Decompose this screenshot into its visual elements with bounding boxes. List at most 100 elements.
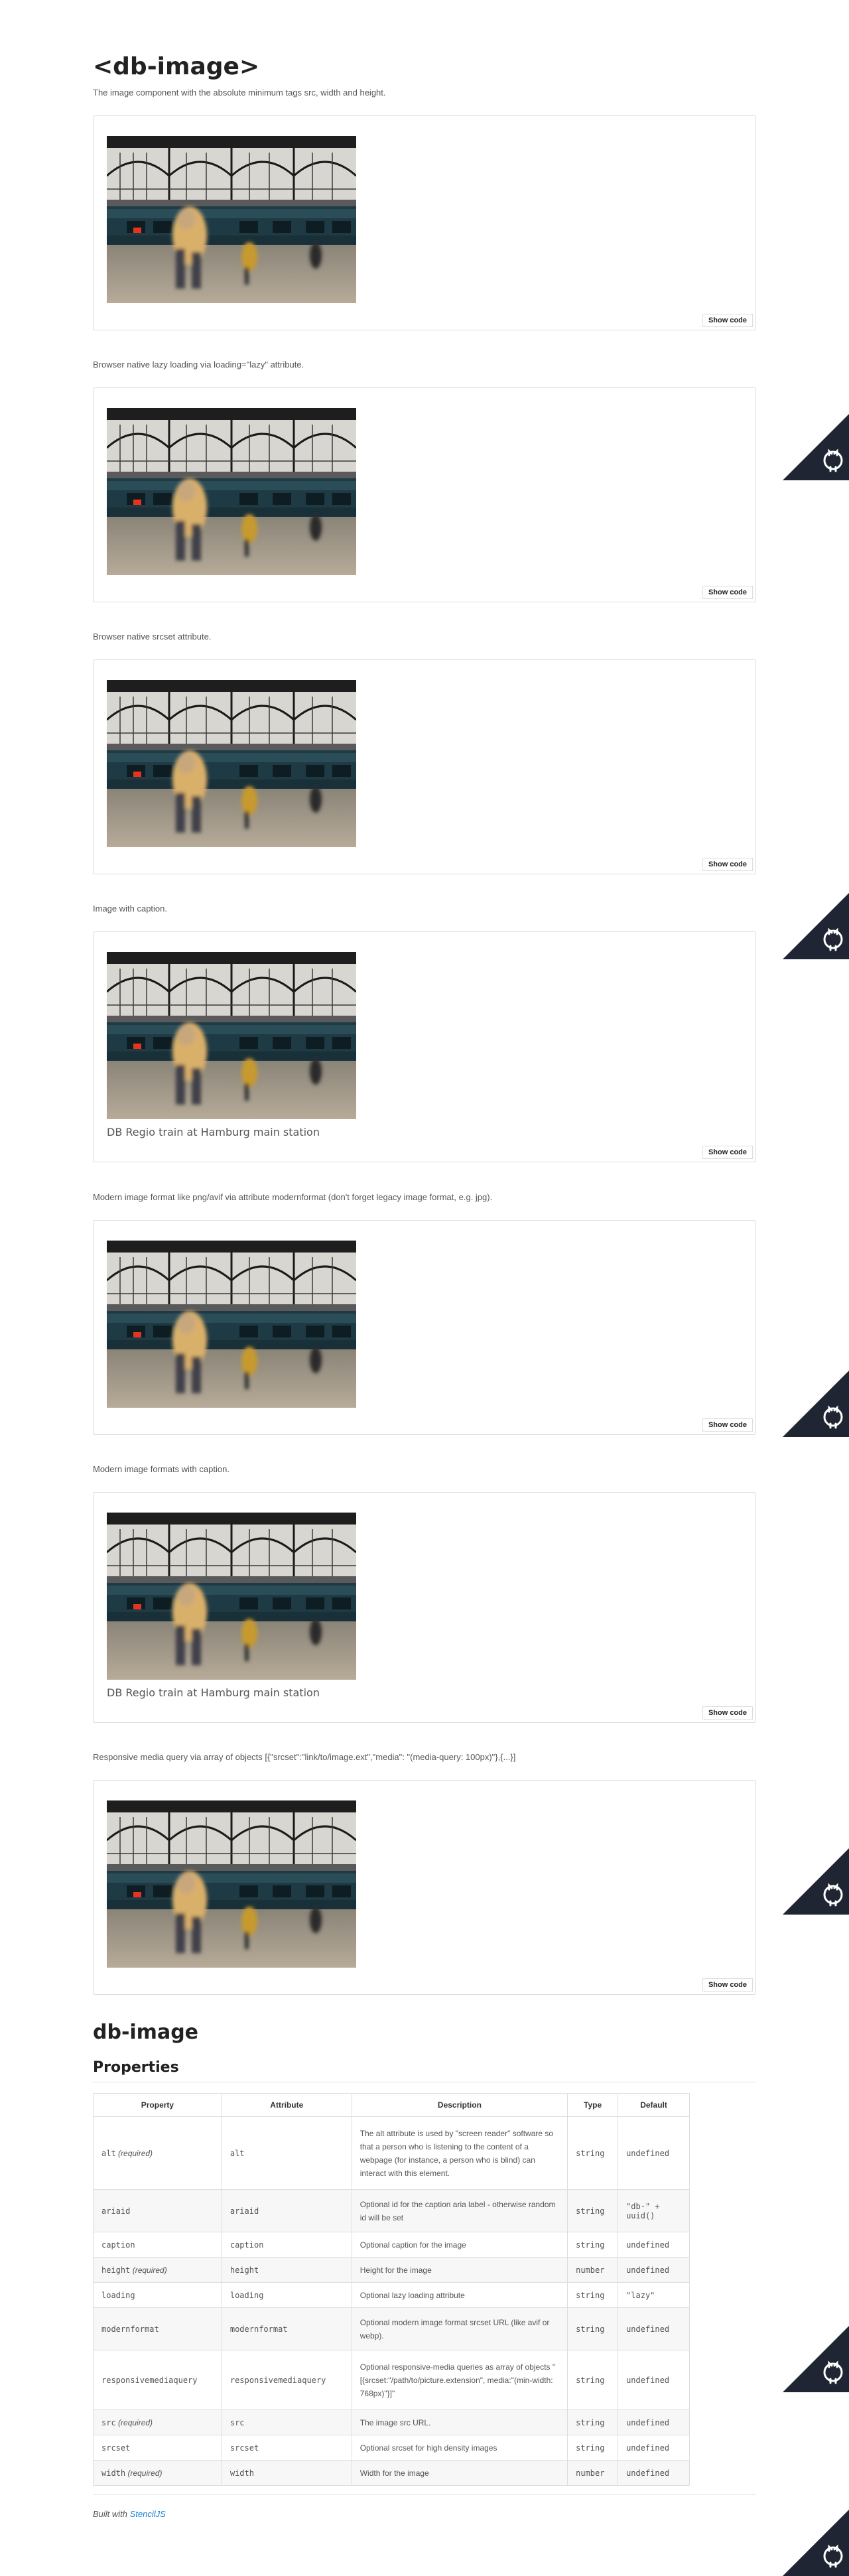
property-name: caption: [101, 2240, 135, 2250]
default-cell: undefined: [618, 2257, 690, 2283]
description-cell: Optional srcset for high density images: [351, 2435, 568, 2461]
property-cell: alt (required): [93, 2116, 222, 2190]
footer-text: Built with StencilJS: [93, 2509, 166, 2519]
demo-description: Image with caption.: [93, 904, 168, 914]
description-cell: Width for the image: [351, 2460, 568, 2486]
train-station-photo: [107, 680, 356, 847]
demo-description: Modern image format like png/avif via at…: [93, 1192, 493, 1202]
github-corner-icon[interactable]: [783, 1848, 849, 1915]
train-station-photo: [107, 1800, 356, 1968]
github-corner-icon[interactable]: [783, 1371, 849, 1437]
attribute-cell: width: [221, 2460, 352, 2486]
property-name: loading: [101, 2290, 135, 2300]
property-cell: height (required): [93, 2257, 222, 2283]
type-cell: string: [567, 2116, 619, 2190]
attribute-cell: height: [221, 2257, 352, 2283]
default-cell: undefined: [618, 2307, 690, 2350]
table-row: modernformat modernformat Optional modern …: [93, 2307, 690, 2350]
image-caption: DB Regio train at Hamburg main station: [107, 1686, 320, 1699]
type-cell: string: [567, 2409, 619, 2435]
train-station-photo: [107, 1241, 356, 1408]
property-name: modernformat: [101, 2324, 159, 2334]
type-cell: string: [567, 2435, 619, 2461]
description-cell: Optional responsive-media queries as arr…: [351, 2350, 568, 2410]
table-row: src (required) src The image src URL. strin…: [93, 2409, 690, 2435]
table-row: height (required) height Height for the im…: [93, 2257, 690, 2283]
required-label: (required): [127, 2468, 163, 2478]
property-cell: ariaid: [93, 2189, 222, 2232]
default-cell: undefined: [618, 2232, 690, 2258]
demo-box: DB Regio train at Hamburg main station S…: [93, 931, 756, 1162]
demo-description: Responsive media query via array of obje…: [93, 1752, 516, 1762]
show-code-button[interactable]: Show code: [702, 314, 753, 327]
attribute-cell: caption: [221, 2232, 352, 2258]
show-code-button[interactable]: Show code: [702, 1978, 753, 1992]
description-cell: Optional id for the caption aria label -…: [351, 2189, 568, 2232]
required-label: (required): [118, 2148, 153, 2158]
github-corner-icon[interactable]: [783, 893, 849, 959]
description-cell: The alt attribute is used by "screen rea…: [351, 2116, 568, 2190]
demo-box: Show code: [93, 387, 756, 602]
property-cell: srcset: [93, 2435, 222, 2461]
show-code-button[interactable]: Show code: [702, 1146, 753, 1159]
type-cell: number: [567, 2460, 619, 2486]
properties-table: Property Attribute Description Type Defa…: [93, 2093, 690, 2486]
demo-box: Show code: [93, 659, 756, 874]
type-cell: number: [567, 2257, 619, 2283]
github-corner-icon[interactable]: [783, 2326, 849, 2392]
github-corner-icon[interactable]: [783, 2510, 849, 2576]
default-cell: undefined: [618, 2116, 690, 2190]
attribute-cell: alt: [221, 2116, 352, 2190]
type-cell: string: [567, 2350, 619, 2410]
property-name: src: [101, 2417, 116, 2427]
demo-box: Show code: [93, 115, 756, 330]
property-cell: responsivemediaquery: [93, 2350, 222, 2410]
table-row: srcset srcset Optional srcset for high den…: [93, 2435, 690, 2461]
column-header: Description: [351, 2093, 568, 2117]
show-code-button[interactable]: Show code: [702, 858, 753, 871]
attribute-cell: loading: [221, 2282, 352, 2308]
property-cell: src (required): [93, 2409, 222, 2435]
required-label: (required): [132, 2265, 167, 2275]
stenciljs-link[interactable]: StencilJS: [130, 2509, 166, 2519]
column-header: Type: [567, 2093, 619, 2117]
table-row: responsivemediaquery responsivemediaquery…: [93, 2350, 690, 2410]
attribute-cell: srcset: [221, 2435, 352, 2461]
column-header: Default: [618, 2093, 690, 2117]
column-header: Property: [93, 2093, 222, 2117]
property-name: width: [101, 2468, 126, 2478]
attribute-cell: ariaid: [221, 2189, 352, 2232]
train-station-photo: [107, 952, 356, 1119]
type-cell: string: [567, 2232, 619, 2258]
description-cell: The image src URL.: [351, 2409, 568, 2435]
column-header: Attribute: [221, 2093, 352, 2117]
default-cell: "lazy": [618, 2282, 690, 2308]
github-corner-icon[interactable]: [783, 414, 849, 480]
table-row: ariaid ariaid Optional id for the caption …: [93, 2189, 690, 2232]
default-cell: undefined: [618, 2460, 690, 2486]
property-name: height: [101, 2265, 131, 2275]
property-name: srcset: [101, 2443, 131, 2453]
description-cell: Optional lazy loading attribute: [351, 2282, 568, 2308]
train-station-photo: [107, 1513, 356, 1680]
properties-table-body: alt (required) alt The alt attribute is us…: [93, 2116, 690, 2486]
type-cell: string: [567, 2282, 619, 2308]
show-code-button[interactable]: Show code: [702, 1418, 753, 1432]
show-code-button[interactable]: Show code: [702, 586, 753, 599]
default-cell: "db-" + uuid(): [618, 2189, 690, 2232]
demo-description: Browser native lazy loading via loading=…: [93, 360, 304, 370]
demo-description: Browser native srcset attribute.: [93, 632, 212, 642]
footer-divider: [93, 2494, 756, 2495]
footer-prefix: Built with: [93, 2509, 128, 2519]
show-code-button[interactable]: Show code: [702, 1706, 753, 1720]
property-name: responsivemediaquery: [101, 2375, 198, 2385]
default-cell: undefined: [618, 2435, 690, 2461]
attribute-cell: responsivemediaquery: [221, 2350, 352, 2410]
property-name: ariaid: [101, 2206, 131, 2216]
demo-description: Modern image formats with caption.: [93, 1464, 229, 1474]
demo-description: The image component with the absolute mi…: [93, 88, 386, 98]
demo-box: DB Regio train at Hamburg main station S…: [93, 1492, 756, 1723]
description-cell: Optional caption for the image: [351, 2232, 568, 2258]
property-cell: caption: [93, 2232, 222, 2258]
required-label: (required): [118, 2417, 153, 2427]
